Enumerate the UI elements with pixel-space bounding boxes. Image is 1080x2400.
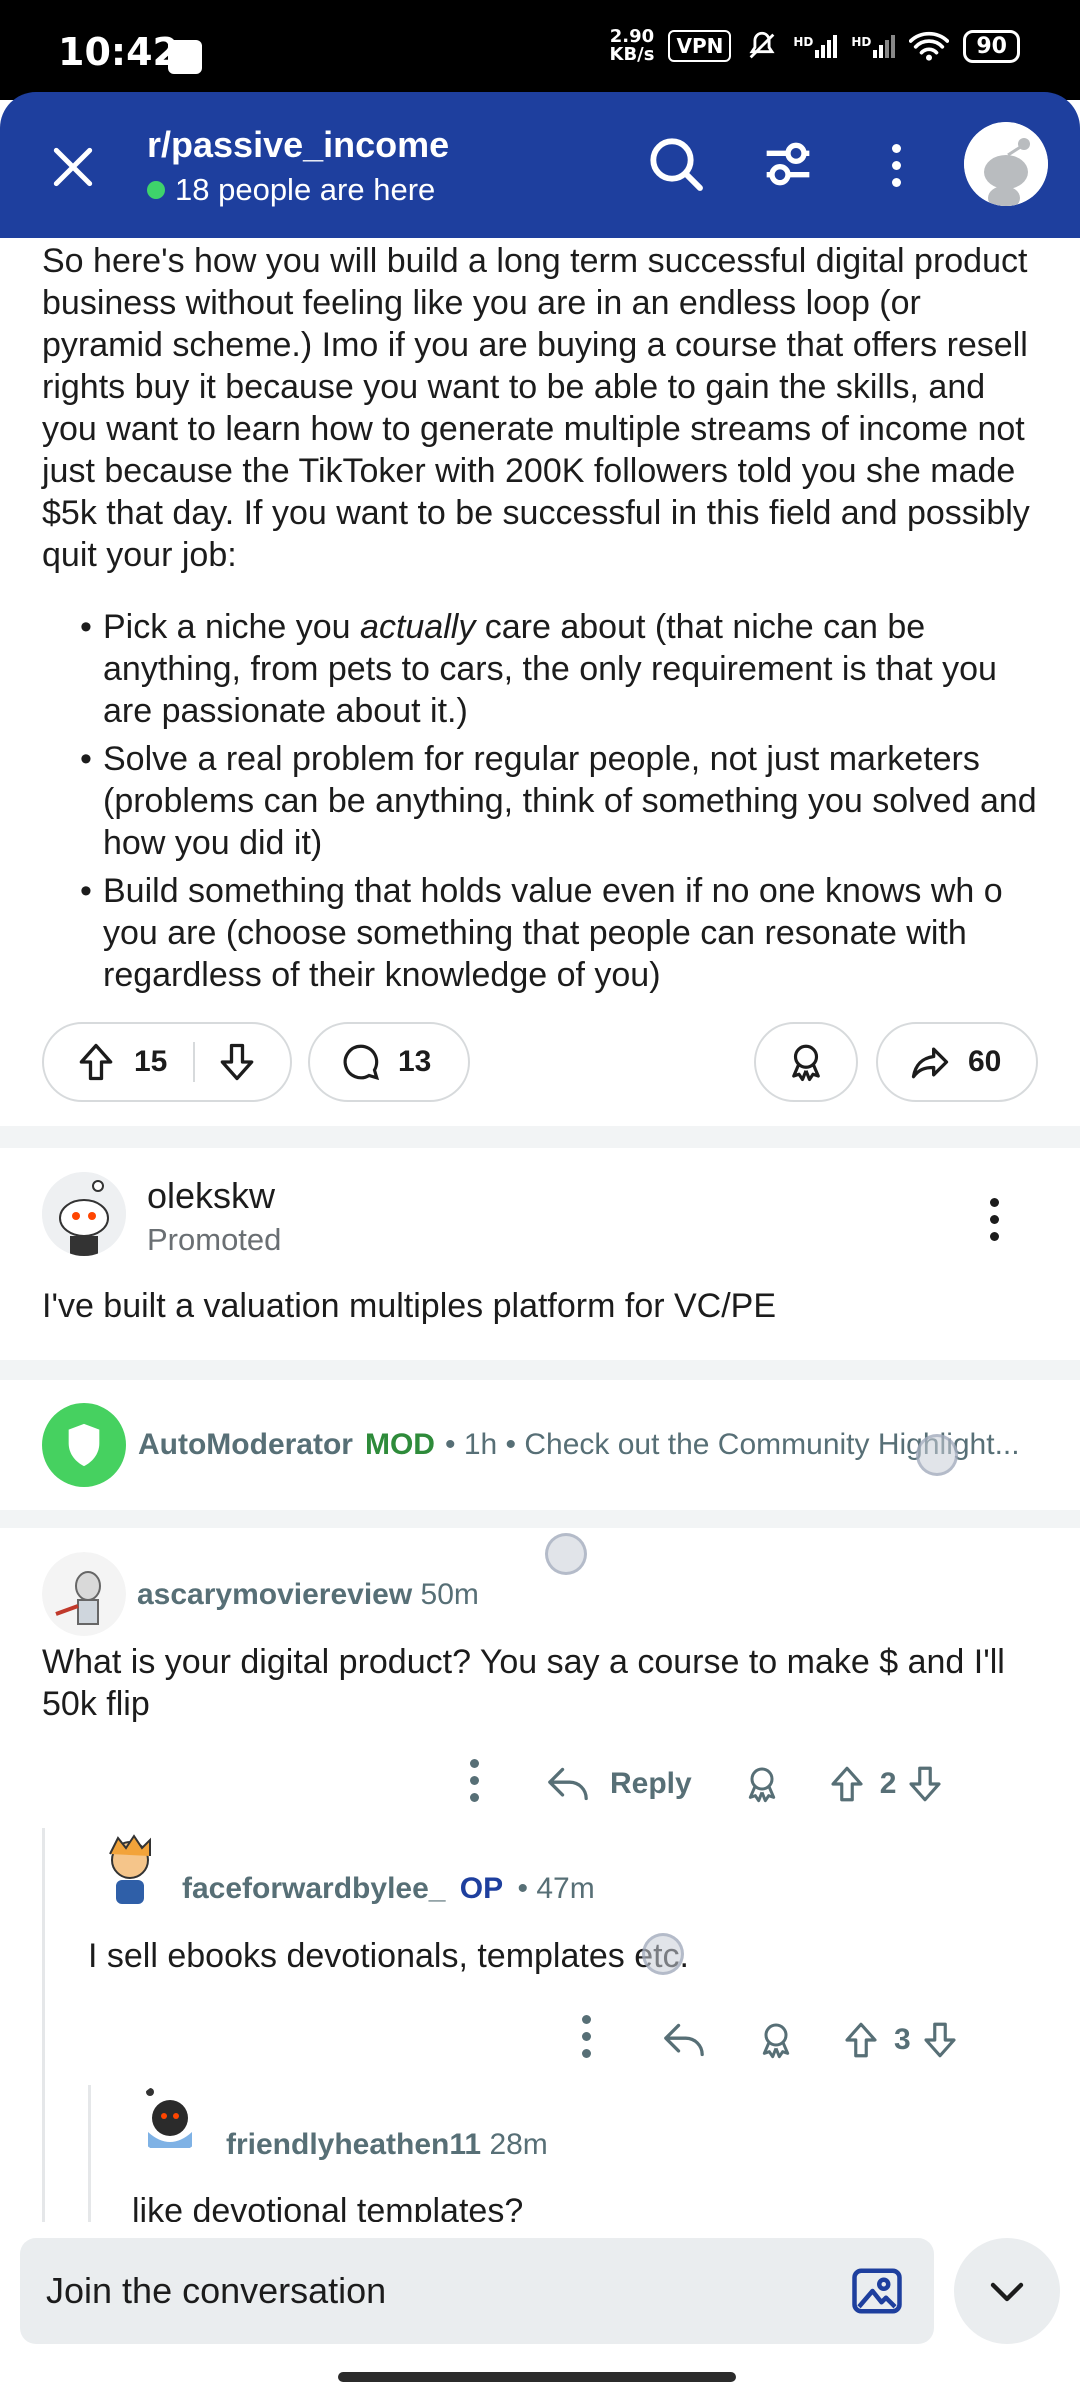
automod-username[interactable]: AutoModerator xyxy=(138,1428,353,1462)
promoted-text[interactable]: I've built a valuation multiples platfor… xyxy=(42,1287,776,1326)
wifi-icon xyxy=(909,31,950,61)
downvote-icon[interactable] xyxy=(904,1763,946,1805)
comments-button[interactable]: 13 xyxy=(308,1022,470,1102)
search-icon[interactable] xyxy=(644,132,708,196)
post-bullet: Pick a niche you actually care about (th… xyxy=(42,606,1042,732)
comment-time: • 47m xyxy=(517,1872,595,1905)
comment-text: What is your digital product? You say a … xyxy=(42,1643,1005,1723)
reply-icon[interactable] xyxy=(662,2020,706,2060)
thread-line[interactable] xyxy=(42,1828,45,2228)
reply-button[interactable]: Reply xyxy=(610,1767,692,1801)
promoted-more-icon[interactable] xyxy=(990,1198,1000,1249)
sort-filter-icon[interactable] xyxy=(756,132,820,196)
subreddit-name[interactable]: r/passive_income xyxy=(147,124,449,166)
post-paragraph: So here's how you will build a long term… xyxy=(42,242,1030,574)
share-icon xyxy=(911,1047,949,1079)
comment-text: I sell ebooks devotionals, templates etc… xyxy=(88,1937,689,1975)
comment-avatar[interactable] xyxy=(42,1552,126,1636)
close-icon[interactable] xyxy=(48,142,98,192)
status-time: 10:42 xyxy=(58,30,179,74)
comment-icon xyxy=(343,1044,380,1081)
comment-more-icon[interactable] xyxy=(582,2014,592,2066)
op-badge: OP xyxy=(459,1872,504,1905)
mod-badge: MOD xyxy=(364,1428,435,1461)
comment-header: ascarymoviereview 50m xyxy=(137,1578,479,1612)
comment-header: faceforwardbylee_ OP • 47m xyxy=(182,1872,595,1906)
automod-avatar xyxy=(42,1403,126,1487)
vpn-badge: VPN xyxy=(668,30,732,62)
section-divider xyxy=(0,1510,1080,1528)
share-button[interactable]: 60 xyxy=(876,1022,1038,1102)
comment-score: 3 xyxy=(894,2023,911,2056)
upvote-count: 15 xyxy=(134,1045,168,1078)
comment-score: 2 xyxy=(879,1767,897,1800)
comment-actions: Reply 2 xyxy=(470,1754,946,1814)
award-button[interactable] xyxy=(754,1022,858,1102)
section-divider xyxy=(0,1126,1080,1148)
post-bullet-list: Pick a niche you actually care about (th… xyxy=(42,606,1042,996)
reply-icon[interactable] xyxy=(546,1764,590,1804)
comment-count: 13 xyxy=(398,1045,432,1078)
downvote-icon[interactable] xyxy=(215,1040,259,1084)
touch-indicator xyxy=(916,1434,958,1476)
touch-indicator xyxy=(545,1533,587,1575)
comment-composer[interactable]: Join the conversation xyxy=(20,2238,934,2344)
touch-indicator xyxy=(642,1933,684,1975)
post-bullet: Build something that holds value even if… xyxy=(42,870,1042,996)
section-divider xyxy=(0,1360,1080,1380)
signal-icon-1: HD xyxy=(793,34,838,58)
signal-icon-2: HD xyxy=(851,34,896,58)
home-indicator[interactable] xyxy=(338,2372,736,2382)
promoted-avatar[interactable] xyxy=(42,1172,126,1256)
battery-icon: 90 xyxy=(963,29,1020,63)
comment-username[interactable]: friendlyheathen11 xyxy=(226,2128,481,2161)
vote-pill: 15 xyxy=(42,1022,292,1102)
share-count: 60 xyxy=(968,1045,1002,1078)
online-indicator xyxy=(147,181,165,199)
comment-username[interactable]: faceforwardbylee_ xyxy=(182,1872,445,1905)
status-bar: 10:42 2.90 KB/s VPN HD HD 90 xyxy=(0,0,1080,100)
network-speed: 2.90 KB/s xyxy=(609,26,655,65)
comment-avatar[interactable] xyxy=(88,1826,172,1910)
comment-actions: 3 xyxy=(582,2010,961,2070)
comment-time: 28m xyxy=(489,2128,548,2161)
comment-avatar[interactable] xyxy=(134,2082,206,2154)
status-icons: 2.90 KB/s VPN HD HD 90 xyxy=(609,26,1020,65)
subreddit-header: r/passive_income 18 people are here xyxy=(0,92,1080,238)
collapse-button[interactable] xyxy=(954,2238,1060,2344)
upvote-icon[interactable] xyxy=(826,1763,868,1805)
downvote-icon[interactable] xyxy=(919,2019,961,2061)
award-icon[interactable] xyxy=(742,1764,782,1804)
promoted-username[interactable]: olekskw xyxy=(147,1175,275,1217)
composer-placeholder[interactable]: Join the conversation xyxy=(46,2270,386,2312)
notification-icon xyxy=(168,40,202,74)
automod-comment-collapsed[interactable]: AutoModerator MOD • 1h • Check out the C… xyxy=(42,1403,1042,1487)
chevron-down-icon xyxy=(990,2282,1024,2302)
comment-header: friendlyheathen11 28m xyxy=(226,2128,548,2162)
upvote-icon[interactable] xyxy=(74,1040,118,1084)
post-bullet: Solve a real problem for regular people,… xyxy=(42,738,1042,864)
more-options-icon[interactable] xyxy=(892,144,902,195)
user-avatar[interactable] xyxy=(964,122,1048,206)
shield-icon xyxy=(68,1423,100,1467)
thread-line[interactable] xyxy=(88,2085,91,2228)
award-icon[interactable] xyxy=(756,2020,796,2060)
comment-time: 50m xyxy=(420,1578,479,1611)
post-body: So here's how you will build a long term… xyxy=(42,240,1042,1002)
comment-username[interactable]: ascarymoviereview xyxy=(137,1578,412,1611)
award-icon xyxy=(792,1044,820,1082)
upvote-icon[interactable] xyxy=(840,2019,882,2061)
promoted-label: Promoted xyxy=(147,1222,282,1257)
image-upload-icon[interactable] xyxy=(850,2264,904,2318)
mute-icon xyxy=(749,31,775,59)
online-count: 18 people are here xyxy=(147,172,435,208)
comment-more-icon[interactable] xyxy=(470,1758,480,1810)
